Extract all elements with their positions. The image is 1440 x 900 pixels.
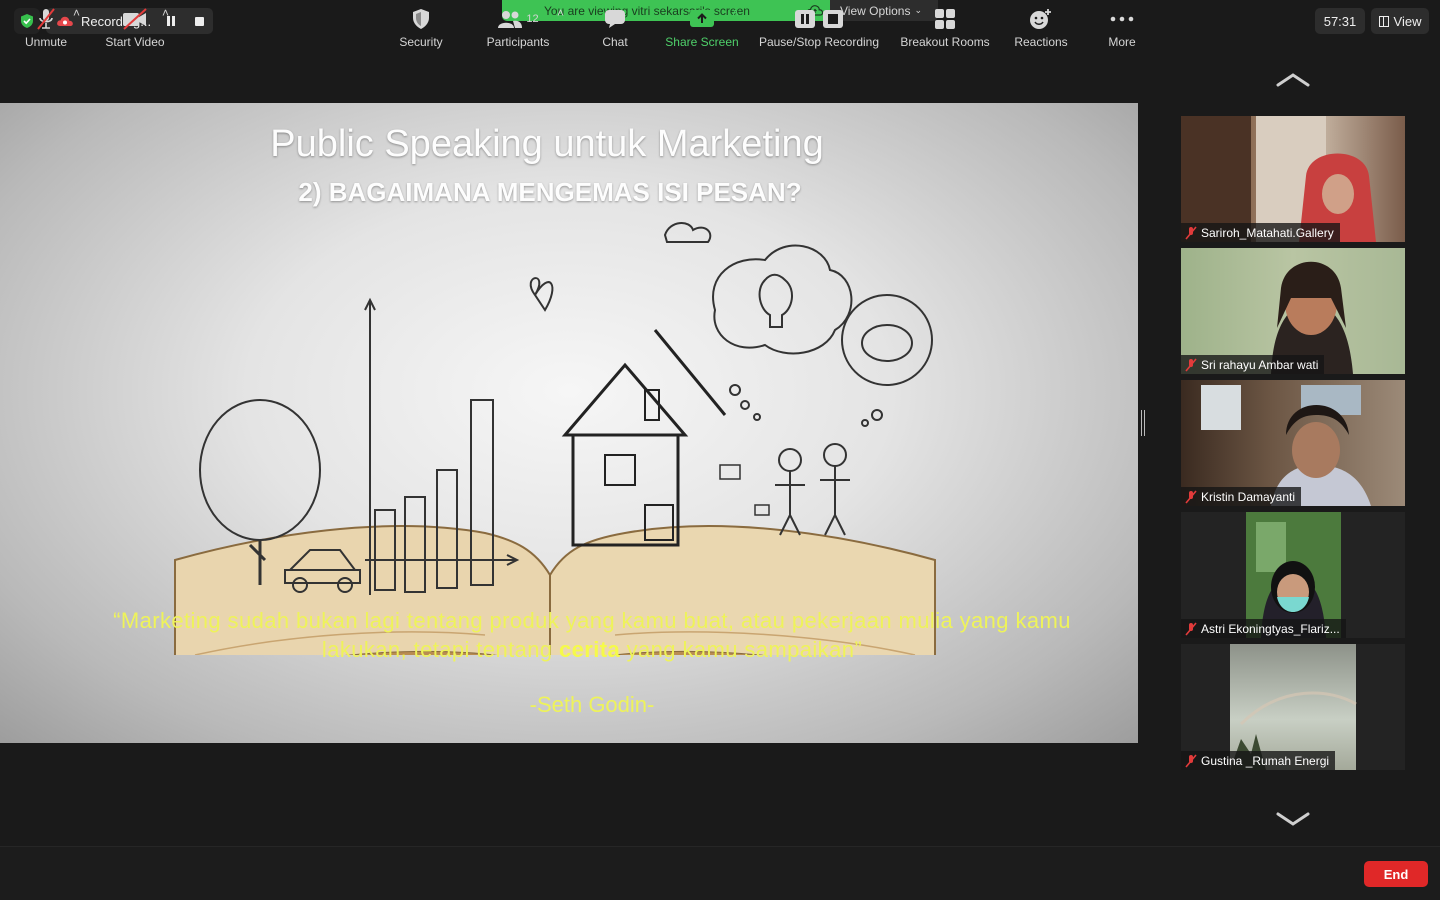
pause-stop-icon [794,6,844,32]
ellipsis-icon [1109,6,1135,32]
unmute-label: Unmute [24,35,68,49]
participant-tile[interactable]: Gustina _Rumah Energi [1181,644,1405,770]
video-off-icon [122,6,148,32]
share-screen-icon [689,6,715,32]
meeting-toolbar [0,846,1440,900]
pause-stop-recording-button[interactable]: Pause/Stop Recording [756,6,882,52]
breakout-rooms-label: Breakout Rooms [900,35,990,49]
unmute-button[interactable]: Unmute [20,6,72,52]
muted-mic-icon [1185,357,1197,372]
participant-name: Astri Ekoningtyas_Flariz... [1201,621,1340,636]
audio-options-caret[interactable]: ˄ [73,6,80,52]
open-book-illustration [174,222,936,655]
reactions-button[interactable]: Reactions [1011,6,1071,52]
muted-mic-icon [1185,225,1197,240]
scroll-up-chevron-icon[interactable] [1276,73,1310,87]
pause-stop-recording-label: Pause/Stop Recording [758,35,880,49]
participant-name: Sri rahayu Ambar wati [1201,357,1319,372]
participants-count: 12 [526,13,539,25]
share-options-caret[interactable]: ˄ [732,6,739,52]
participant-name-tag: Sri rahayu Ambar wati [1181,355,1325,374]
meeting-timer: 57:31 [1315,8,1365,34]
breakout-rooms-button[interactable]: Breakout Rooms [897,6,993,52]
chat-label: Chat [602,35,628,49]
participant-name-tag: Astri Ekoningtyas_Flariz... [1181,619,1346,638]
participant-name: Gustina _Rumah Energi [1201,753,1330,768]
participant-tile[interactable]: Sri rahayu Ambar wati [1181,248,1405,374]
chat-button[interactable]: Chat [595,6,635,52]
quote-part-2: yang kamu sampaikan” [620,637,863,662]
participants-icon: 12 [494,6,542,32]
slide-quote: “Marketing sudah bukan lagi tentang prod… [100,606,1084,664]
shared-screen: Public Speaking untuk Marketing 2) BAGAI… [0,103,1138,743]
layout-icon [1378,15,1389,27]
reactions-label: Reactions [1014,35,1068,49]
participant-name-tag: Kristin Damayanti [1181,487,1302,506]
panel-resize-handle[interactable] [1141,410,1145,436]
security-label: Security [399,35,443,49]
security-button[interactable]: Security [395,6,447,52]
muted-microphone-icon [33,6,59,32]
participants-options-caret[interactable]: ˄ [557,6,564,52]
end-meeting-button[interactable]: End [1364,861,1428,887]
participant-tile[interactable]: Kristin Damayanti [1181,380,1405,506]
more-label: More [1108,35,1136,49]
slide-title: Public Speaking untuk Marketing [270,123,824,165]
shield-icon [408,6,434,32]
start-video-button[interactable]: Start Video [100,6,170,52]
participant-tile[interactable]: Astri Ekoningtyas_Flariz... [1181,512,1405,638]
quote-bold-word: cerita [559,637,621,662]
quote-author: -Seth Godin- [529,692,655,717]
more-button[interactable]: More [1102,6,1142,52]
chat-bubble-icon [602,6,628,32]
slide-subtitle: 2) BAGAIMANA MENGEMAS ISI PESAN? [298,177,802,207]
scroll-down-chevron-icon[interactable] [1276,812,1310,826]
muted-mic-icon [1185,753,1197,768]
participant-name-tag: Sariroh_Matahati.Gallery [1181,223,1340,242]
video-options-caret[interactable]: ˄ [162,6,169,52]
breakout-rooms-icon [932,6,958,32]
stop-recording-button[interactable] [195,17,204,26]
participant-name: Kristin Damayanti [1201,489,1296,504]
view-button[interactable]: View [1371,8,1429,34]
start-video-label: Start Video [105,35,165,49]
muted-mic-icon [1185,621,1197,636]
participants-label: Participants [486,35,550,49]
muted-mic-icon [1185,489,1197,504]
smiley-plus-icon [1028,6,1054,32]
participant-name-tag: Gustina _Rumah Energi [1181,751,1336,770]
participant-name: Sariroh_Matahati.Gallery [1201,225,1334,240]
share-screen-button[interactable]: Share Screen [662,6,742,52]
share-screen-label: Share Screen [665,35,739,49]
participants-button[interactable]: 12 Participants [482,6,554,52]
view-label: View [1393,13,1422,29]
participant-tile[interactable]: Sariroh_Matahati.Gallery [1181,116,1405,242]
